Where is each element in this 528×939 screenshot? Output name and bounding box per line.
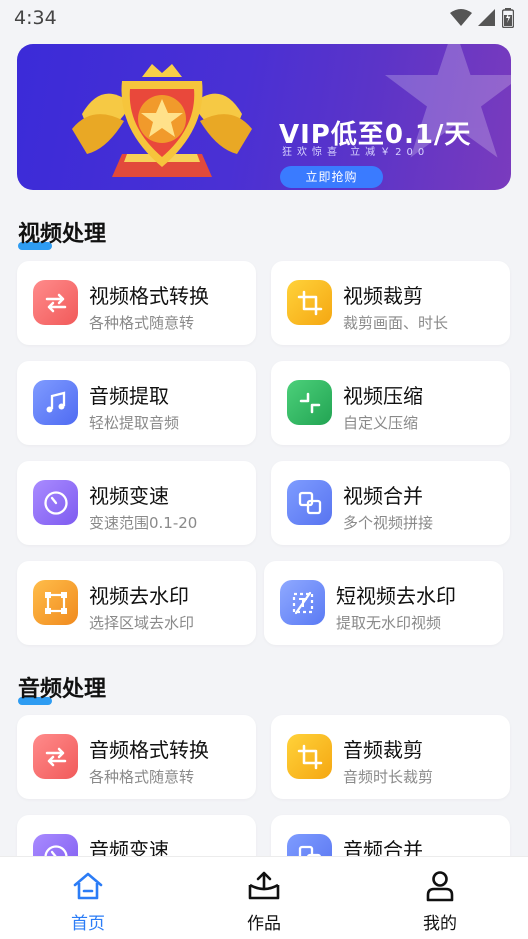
- nav-label: 作品: [247, 914, 281, 934]
- region-select-icon: [33, 580, 78, 625]
- card-subtitle: 自定义压缩: [343, 414, 419, 432]
- nav-item-profile[interactable]: 我的: [380, 857, 500, 934]
- section-title-text: 视频处理: [18, 222, 107, 247]
- card-audio-crop[interactable]: 音频裁剪 音频时长裁剪: [271, 715, 510, 799]
- card-title: 音频格式转换: [89, 738, 209, 762]
- works-icon: [248, 871, 280, 900]
- wifi-icon: [450, 9, 472, 26]
- vip-promo-banner[interactable]: VIP低至0.1/天 狂欢惊喜 立减￥200 立即抢购: [17, 44, 511, 190]
- card-subtitle: 选择区域去水印: [89, 614, 195, 632]
- card-subtitle: 裁剪画面、时长: [343, 314, 449, 332]
- card-video-compress[interactable]: 视频压缩 自定义压缩: [271, 361, 510, 445]
- card-subtitle: 变速范围0.1-20: [89, 514, 198, 532]
- card-title: 视频格式转换: [89, 284, 209, 308]
- crop-icon: [287, 734, 332, 779]
- card-audio-extract[interactable]: 音频提取 轻松提取音频: [17, 361, 256, 445]
- music-note-icon: [33, 380, 78, 425]
- card-subtitle: 多个视频拼接: [343, 514, 434, 532]
- card-subtitle: 提取无水印视频: [336, 614, 442, 632]
- nav-label: 首页: [71, 914, 105, 934]
- profile-icon: [426, 871, 454, 902]
- home-icon: [73, 872, 103, 900]
- card-subtitle: 各种格式随意转: [89, 768, 195, 786]
- nav-item-works[interactable]: 作品: [204, 857, 324, 934]
- card-subtitle: 音频时长裁剪: [343, 768, 434, 786]
- no-watermark-icon: [280, 580, 325, 625]
- swap-icon: [33, 280, 78, 325]
- card-video-speed[interactable]: 视频变速 变速范围0.1-20: [17, 461, 256, 545]
- signal-icon: [478, 9, 495, 26]
- card-audio-format-convert[interactable]: 音频格式转换 各种格式随意转: [17, 715, 256, 799]
- card-title: 视频变速: [89, 484, 169, 508]
- section-title-text: 音频处理: [18, 677, 107, 702]
- card-video-format-convert[interactable]: 视频格式转换 各种格式随意转: [17, 261, 256, 345]
- card-title: 音频裁剪: [343, 738, 423, 762]
- nav-item-home[interactable]: 首页: [28, 857, 148, 934]
- banner-subtitle: 狂欢惊喜 立减￥200: [282, 147, 430, 158]
- nav-label: 我的: [423, 914, 457, 934]
- card-video-remove-watermark[interactable]: 视频去水印 选择区域去水印: [17, 561, 256, 645]
- status-time: 4:34: [14, 7, 57, 29]
- card-subtitle: 各种格式随意转: [89, 314, 195, 332]
- swap-icon: [33, 734, 78, 779]
- card-video-crop[interactable]: 视频裁剪 裁剪画面、时长: [271, 261, 510, 345]
- bottom-navigation: 首页 作品 我的: [0, 856, 528, 939]
- buy-now-button[interactable]: 立即抢购: [280, 166, 383, 188]
- merge-icon: [287, 480, 332, 525]
- card-title: 视频裁剪: [343, 284, 423, 308]
- card-video-merge[interactable]: 视频合并 多个视频拼接: [271, 461, 510, 545]
- section-title-video: 视频处理: [18, 216, 107, 250]
- card-title: 视频去水印: [89, 584, 189, 608]
- card-title: 音频提取: [89, 384, 169, 408]
- card-title: 视频压缩: [343, 384, 423, 408]
- status-bar: 4:34: [0, 0, 528, 36]
- speed-icon: [33, 480, 78, 525]
- status-icons: [450, 8, 514, 28]
- vip-medal-icon: [72, 64, 252, 177]
- card-title: 视频合并: [343, 484, 423, 508]
- battery-icon: [502, 8, 514, 28]
- compress-icon: [287, 380, 332, 425]
- card-subtitle: 轻松提取音频: [89, 414, 180, 432]
- section-title-audio: 音频处理: [18, 671, 107, 705]
- crop-icon: [287, 280, 332, 325]
- card-title: 短视频去水印: [336, 584, 456, 608]
- card-short-video-remove-watermark[interactable]: 短视频去水印 提取无水印视频: [264, 561, 503, 645]
